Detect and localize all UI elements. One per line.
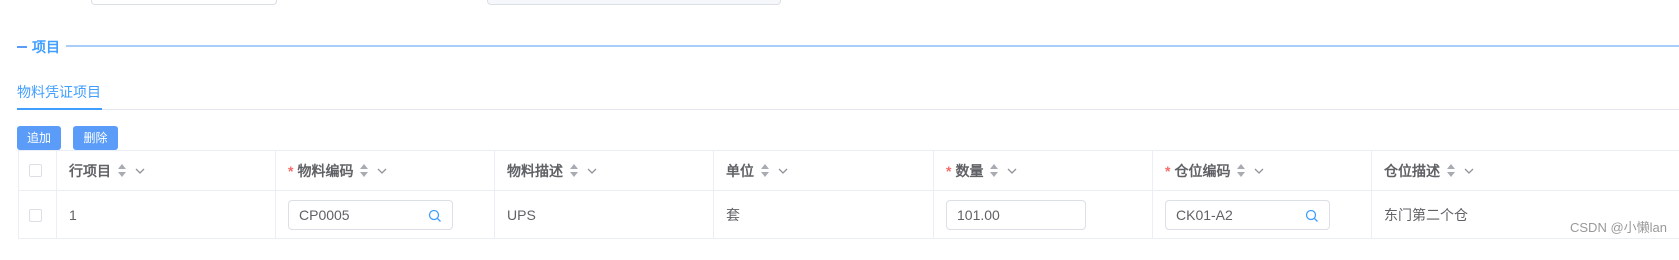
section-divider-left [17, 46, 27, 48]
search-icon[interactable] [1305, 209, 1319, 223]
column-label: 仓位描述 [1384, 162, 1440, 179]
watermark: CSDN @小懒lan [1570, 220, 1667, 235]
items-table: 行项目 * 物料编码 物料描述 单位 * 数量 * 仓位编码 仓位描述 1 CP… [18, 150, 1679, 239]
cell-bin-code: CK01-A2 [1153, 191, 1372, 239]
sort-icon[interactable] [989, 163, 999, 178]
cell-quantity: 101.00 [934, 191, 1153, 239]
column-label: 数量 [955, 162, 984, 179]
column-header-material-code[interactable]: * 物料编码 [276, 151, 495, 190]
tabs-baseline [17, 109, 1679, 110]
quantity-input[interactable]: 101.00 [946, 200, 1086, 230]
column-header-bin-desc[interactable]: 仓位描述 [1372, 151, 1679, 190]
top-field-input-2[interactable] [487, 0, 781, 5]
quantity-value: 101.00 [957, 207, 1000, 223]
sort-icon[interactable] [569, 163, 579, 178]
chevron-down-icon[interactable] [778, 166, 788, 176]
material-code-value: CP0005 [299, 207, 350, 223]
required-mark: * [946, 162, 952, 179]
chevron-down-icon[interactable] [1254, 166, 1264, 176]
required-mark: * [288, 162, 294, 179]
top-field-input-1[interactable] [91, 0, 277, 5]
cell-line-item: 1 [57, 191, 276, 239]
sort-icon[interactable] [1446, 163, 1456, 178]
header-select-cell [19, 151, 57, 190]
select-all-checkbox[interactable] [29, 164, 42, 177]
bin-code-value: CK01-A2 [1176, 207, 1233, 223]
sort-icon[interactable] [359, 163, 369, 178]
column-label: 物料编码 [297, 162, 354, 179]
chevron-down-icon[interactable] [1007, 166, 1017, 176]
delete-button[interactable]: 删除 [73, 126, 118, 150]
add-button[interactable]: 追加 [17, 126, 61, 150]
tab-material-voucher-items[interactable]: 物料凭证项目 [17, 82, 101, 102]
column-header-line-item[interactable]: 行项目 [57, 151, 276, 190]
column-header-material-desc[interactable]: 物料描述 [495, 151, 714, 190]
row-select-cell [19, 191, 57, 239]
chevron-down-icon[interactable] [587, 166, 597, 176]
table-row[interactable]: 1 CP0005 UPS 套 101.00 CK01-A2 东门第二个仓 [19, 191, 1679, 239]
column-label: 行项目 [69, 162, 111, 179]
sort-icon[interactable] [117, 163, 127, 178]
column-header-quantity[interactable]: * 数量 [934, 151, 1153, 190]
column-label: 物料描述 [507, 162, 563, 179]
material-code-input[interactable]: CP0005 [288, 200, 453, 230]
search-icon[interactable] [428, 209, 442, 223]
column-header-unit[interactable]: 单位 [714, 151, 934, 190]
column-label: 仓位编码 [1174, 162, 1231, 179]
chevron-down-icon[interactable] [135, 166, 145, 176]
table-header-row: 行项目 * 物料编码 物料描述 单位 * 数量 * 仓位编码 仓位描述 [19, 151, 1679, 191]
sort-icon[interactable] [1236, 163, 1246, 178]
tab-active-indicator [17, 108, 102, 110]
column-header-bin-code[interactable]: * 仓位编码 [1153, 151, 1372, 190]
section-title: 项目 [32, 39, 60, 55]
bin-code-input[interactable]: CK01-A2 [1165, 200, 1330, 230]
cell-unit: 套 [714, 191, 934, 239]
cell-material-desc: UPS [495, 191, 714, 239]
sort-icon[interactable] [760, 163, 770, 178]
row-checkbox[interactable] [29, 208, 42, 222]
chevron-down-icon[interactable] [1464, 166, 1474, 176]
chevron-down-icon[interactable] [377, 166, 387, 176]
section-divider-right [66, 45, 1679, 47]
cell-material-code: CP0005 [276, 191, 495, 239]
required-mark: * [1165, 162, 1171, 179]
column-label: 单位 [726, 162, 754, 179]
